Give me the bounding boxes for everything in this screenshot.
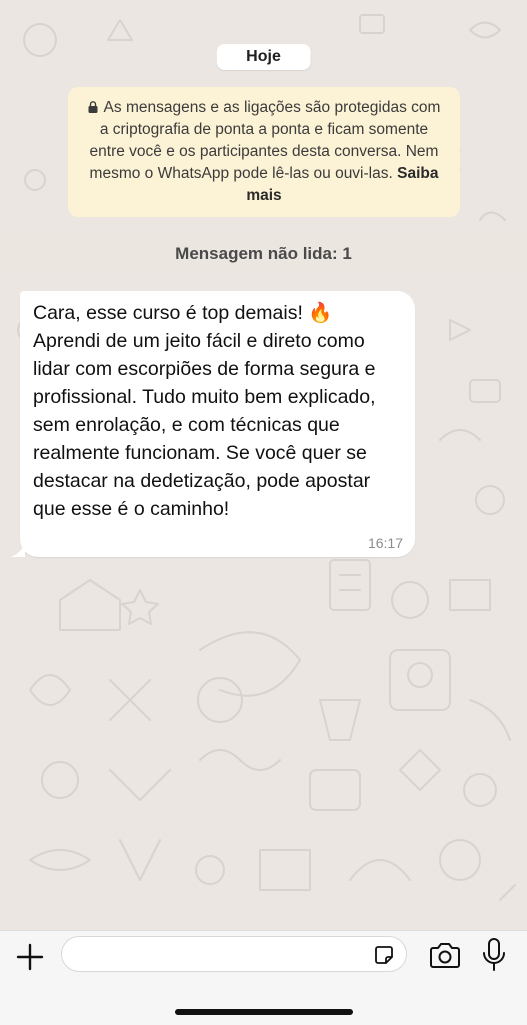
camera-icon[interactable] [428,941,462,971]
date-separator: Hoje [216,44,311,70]
message-timestamp: 16:17 [367,535,403,551]
unread-messages-banner: Mensagem não lida: 1 [0,234,527,274]
sticker-icon[interactable] [372,943,396,967]
chat-background: Hoje As mensagens e as ligações são prot… [0,0,527,930]
encryption-notice-text: As mensagens e as ligações são protegida… [89,99,441,182]
message-input-container[interactable] [61,936,407,973]
bubble-tail [11,543,25,557]
message-input[interactable] [76,937,370,973]
message-text: Cara, esse curso é top demais! 🔥 Aprendi… [33,302,376,520]
lock-icon [88,101,98,113]
microphone-icon[interactable] [480,937,508,973]
message-bubble-incoming[interactable]: Cara, esse curso é top demais! 🔥 Aprendi… [11,291,415,557]
plus-icon[interactable] [14,941,46,973]
encryption-notice[interactable]: As mensagens e as ligações são protegida… [68,87,460,217]
composer-bar [0,930,527,1025]
home-indicator [175,1009,353,1015]
